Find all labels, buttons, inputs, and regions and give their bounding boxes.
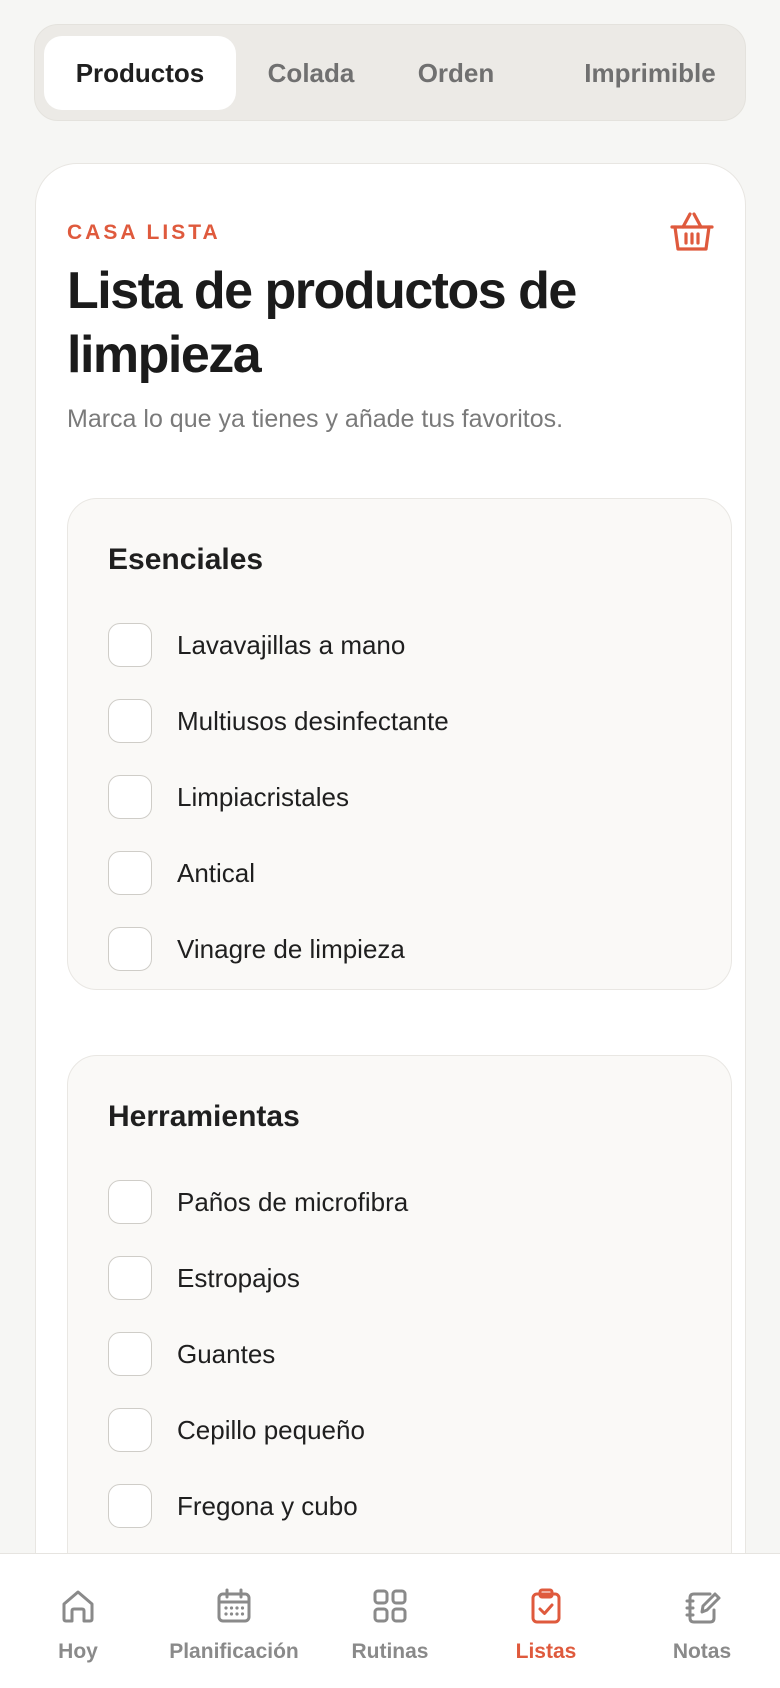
checkbox[interactable] [108,775,152,819]
notebook-edit-icon [685,1592,721,1624]
list-item[interactable]: Guantes [108,1332,275,1376]
list-item-label: Multiusos desinfectante [177,705,449,736]
section-esenciales: Esenciales Lavavajillas a mano Multiusos… [67,498,732,990]
list-item[interactable]: Limpiacristales [108,775,349,819]
section-title: Esenciales [108,543,264,576]
nav-label: Hoy [58,1640,98,1663]
list-item[interactable]: Vinagre de limpieza [108,927,405,971]
section-title: Herramientas [108,1100,300,1133]
list-item-label: Limpiacristales [177,781,349,812]
list-item-label: Fregona y cubo [177,1490,358,1521]
clipboard-check-icon [531,1588,561,1624]
list-item[interactable]: Antical [108,851,255,895]
checkbox[interactable] [108,1180,152,1224]
list-item[interactable]: Multiusos desinfectante [108,699,449,743]
nav-item-notas[interactable]: Notas [622,1586,780,1664]
nav-label: Listas [515,1640,577,1663]
checkbox[interactable] [108,927,152,971]
checkbox[interactable] [108,1256,152,1300]
nav-item-hoy[interactable]: Hoy [0,1586,158,1664]
card-subtitle: Marca lo que ya tienes y añade tus favor… [67,405,564,433]
list-item[interactable]: Lavavajillas a mano [108,623,405,667]
list-item-label: Guantes [177,1338,276,1369]
checkbox[interactable] [108,1332,152,1376]
nav-item-planificacion[interactable]: Planificación [154,1586,314,1664]
list-item-label: Vinagre de limpieza [177,933,405,964]
list-item[interactable]: Cepillo pequeño [108,1408,365,1452]
shopping-list-card: CASA LISTA Lista de productos de limpiez… [35,163,746,1688]
top-tab-bar: Productos Colada Orden Imprimible [34,24,746,121]
card-title: Lista de productos de limpieza [67,262,577,384]
tab-colada[interactable]: Colada [231,36,391,110]
list-item-label: Cepillo pequeño [177,1414,365,1445]
tab-orden[interactable]: Orden [381,36,531,110]
list-item-label: Estropajos [177,1262,300,1293]
home-icon [62,1590,94,1623]
tab-productos[interactable]: Productos [44,36,236,110]
basket-icon [670,212,714,251]
list-item[interactable]: Estropajos [108,1256,300,1300]
list-item[interactable]: Fregona y cubo [108,1484,358,1528]
bottom-navigation: Hoy Planificación Rutinas Listas Notas [0,1553,780,1688]
list-item[interactable]: Paños de microfibra [108,1180,408,1224]
grid-icon [373,1589,407,1623]
checkbox[interactable] [108,1484,152,1528]
checkbox[interactable] [108,1408,152,1452]
list-item-label: Antical [177,857,256,888]
checkbox[interactable] [108,623,152,667]
nav-label: Notas [672,1640,732,1663]
nav-item-listas[interactable]: Listas [466,1586,626,1664]
nav-item-rutinas[interactable]: Rutinas [310,1586,470,1664]
nav-label: Planificación [169,1640,299,1663]
checkbox[interactable] [108,851,152,895]
card-eyebrow: CASA LISTA [67,221,221,244]
checkbox[interactable] [108,699,152,743]
list-item-label: Lavavajillas a mano [177,629,406,660]
list-item-label: Paños de microfibra [177,1186,409,1217]
calendar-icon [217,1588,251,1623]
nav-label: Rutinas [351,1640,429,1663]
tab-imprimible[interactable]: Imprimible [555,36,745,110]
